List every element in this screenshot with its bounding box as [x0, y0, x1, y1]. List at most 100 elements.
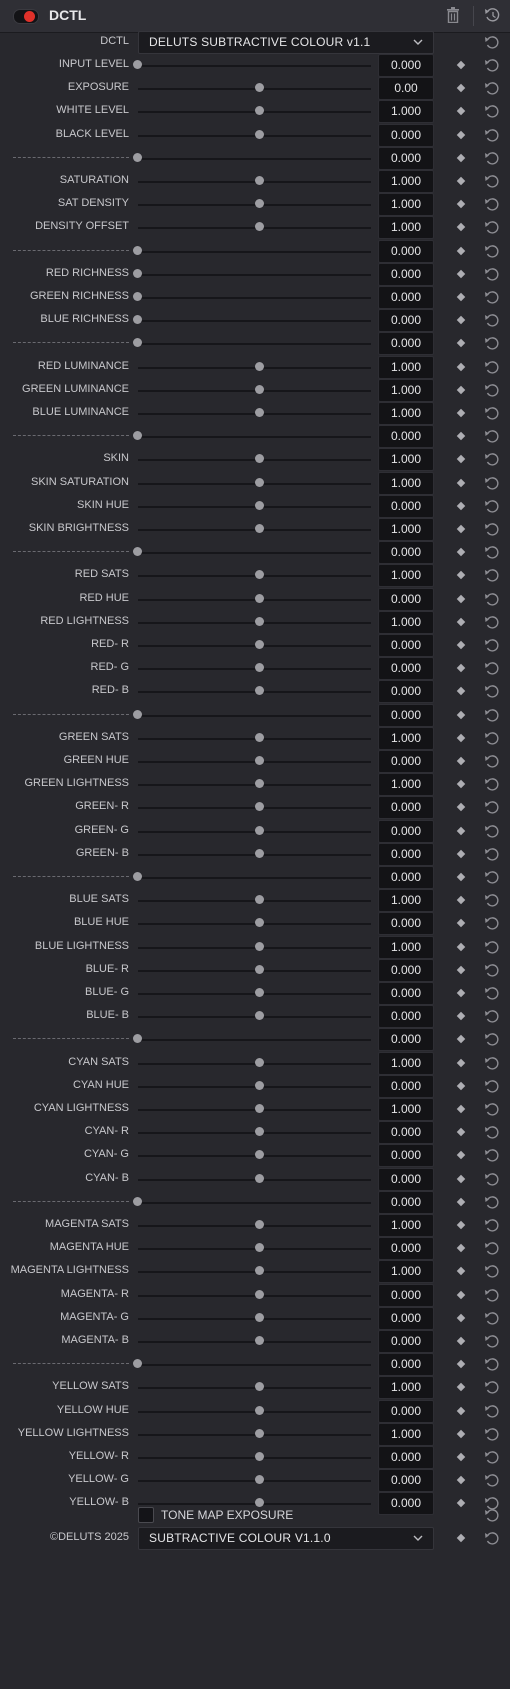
param-value-field[interactable]: 1.000: [378, 1376, 434, 1400]
param-slider-thumb[interactable]: [254, 825, 264, 835]
param-slider-thumb[interactable]: [254, 1475, 264, 1485]
reset-icon[interactable]: [484, 450, 500, 468]
param-slider-thumb[interactable]: [133, 709, 142, 719]
param-value-field[interactable]: 1.000: [378, 471, 434, 495]
param-value-field[interactable]: 0.000: [378, 1237, 434, 1261]
param-slider-thumb[interactable]: [133, 268, 142, 278]
param-value-field[interactable]: 1.000: [378, 773, 434, 797]
param-value-field[interactable]: 0.000: [378, 332, 434, 356]
param-value-field[interactable]: 0.000: [378, 1121, 434, 1145]
param-value-field[interactable]: 0.000: [378, 912, 434, 936]
param-slider-thumb[interactable]: [254, 732, 264, 742]
param-slider-track[interactable]: [138, 65, 371, 67]
reset-icon[interactable]: [484, 79, 500, 97]
param-value-field[interactable]: 1.000: [378, 355, 434, 379]
param-value-field[interactable]: 0.000: [378, 262, 434, 286]
param-slider-track[interactable]: [138, 273, 371, 276]
param-slider-thumb[interactable]: [254, 663, 264, 673]
reset-icon[interactable]: [484, 497, 500, 515]
reset-icon[interactable]: [484, 729, 500, 747]
param-slider-thumb[interactable]: [254, 199, 264, 209]
reset-icon[interactable]: [484, 1529, 500, 1547]
reset-icon[interactable]: [484, 914, 500, 932]
param-value-field[interactable]: 1.000: [378, 935, 434, 959]
param-slider-track[interactable]: [138, 297, 371, 299]
reset-icon[interactable]: [484, 566, 500, 584]
keyframe-icon[interactable]: [456, 408, 466, 418]
param-value-field[interactable]: 0.000: [378, 239, 434, 263]
param-value-field[interactable]: 1.000: [378, 216, 434, 240]
keyframe-icon[interactable]: [456, 988, 466, 998]
keyframe-icon[interactable]: [456, 1174, 466, 1183]
param-slider-track[interactable]: [138, 1039, 371, 1042]
reset-icon[interactable]: [484, 1309, 500, 1327]
keyframe-icon[interactable]: [456, 524, 466, 534]
keyframe-icon[interactable]: [456, 107, 466, 116]
reset-icon[interactable]: [484, 590, 500, 608]
param-slider-track[interactable]: [138, 343, 371, 346]
reset-icon[interactable]: [484, 1146, 500, 1164]
keyframe-icon[interactable]: [456, 1290, 466, 1299]
reset-icon[interactable]: [484, 56, 500, 74]
param-slider-thumb[interactable]: [254, 1428, 264, 1438]
param-value-field[interactable]: 1.000: [378, 1214, 434, 1237]
param-slider-thumb[interactable]: [254, 1382, 264, 1392]
reset-icon[interactable]: [484, 798, 500, 816]
reset-icon[interactable]: [484, 706, 500, 724]
keyframe-icon[interactable]: [456, 942, 466, 951]
param-value-field[interactable]: 0.000: [378, 866, 434, 889]
reset-icon[interactable]: [484, 334, 500, 352]
param-slider-track[interactable]: [138, 1201, 371, 1204]
reset-icon[interactable]: [484, 427, 500, 445]
reset-icon[interactable]: [484, 984, 500, 1002]
reset-icon[interactable]: [484, 682, 500, 700]
keyframe-icon[interactable]: [456, 339, 466, 348]
keyframe-icon[interactable]: [456, 292, 466, 302]
param-slider-thumb[interactable]: [254, 616, 264, 626]
param-slider-thumb[interactable]: [254, 1057, 264, 1067]
param-value-field[interactable]: 1.000: [378, 726, 434, 750]
param-value-field[interactable]: 1.000: [378, 610, 434, 634]
keyframe-icon[interactable]: [456, 1359, 466, 1369]
param-slider-thumb[interactable]: [254, 1011, 264, 1021]
reset-icon[interactable]: [484, 1193, 500, 1211]
param-value-field[interactable]: 0.000: [378, 1167, 434, 1191]
param-value-field[interactable]: 0.000: [378, 680, 434, 704]
reset-icon[interactable]: [484, 265, 500, 283]
keyframe-icon[interactable]: [456, 594, 466, 603]
keyframe-icon[interactable]: [456, 1267, 466, 1276]
param-value-field[interactable]: 0.00: [378, 77, 434, 101]
keyframe-icon[interactable]: [456, 1197, 466, 1207]
keyframe-icon[interactable]: [456, 1243, 466, 1253]
keyframe-icon[interactable]: [456, 687, 466, 696]
param-value-field[interactable]: 1.000: [378, 1422, 434, 1446]
keyframe-icon[interactable]: [456, 1313, 466, 1323]
reset-icon[interactable]: [484, 1030, 500, 1048]
keyframe-icon[interactable]: [456, 826, 466, 835]
reset-icon[interactable]: [484, 126, 500, 144]
param-slider-thumb[interactable]: [133, 1196, 142, 1206]
reset-icon[interactable]: [484, 404, 500, 422]
reset-icon[interactable]: [484, 543, 500, 561]
param-value-field[interactable]: 0.000: [378, 1306, 434, 1330]
param-slider-track[interactable]: [138, 157, 371, 160]
param-slider-thumb[interactable]: [254, 1312, 264, 1322]
param-slider-thumb[interactable]: [254, 1266, 264, 1276]
reset-icon[interactable]: [484, 288, 500, 306]
reset-icon[interactable]: [484, 1506, 500, 1524]
reset-icon[interactable]: [484, 613, 500, 631]
param-value-field[interactable]: 1.000: [378, 402, 434, 425]
reset-icon[interactable]: [484, 1007, 500, 1025]
param-slider-thumb[interactable]: [254, 1104, 264, 1113]
keyframe-icon[interactable]: [456, 1383, 466, 1392]
reset-icon[interactable]: [484, 172, 500, 190]
param-value-field[interactable]: 0.000: [378, 842, 434, 866]
reset-icon[interactable]: [484, 1448, 500, 1466]
keyframe-icon[interactable]: [456, 872, 466, 882]
param-slider-thumb[interactable]: [254, 222, 264, 232]
param-slider-thumb[interactable]: [254, 779, 264, 789]
reset-icon[interactable]: [484, 1402, 500, 1420]
param-value-field[interactable]: 0.000: [378, 1446, 434, 1469]
param-slider-thumb[interactable]: [254, 408, 264, 417]
param-value-field[interactable]: 0.000: [378, 819, 434, 843]
